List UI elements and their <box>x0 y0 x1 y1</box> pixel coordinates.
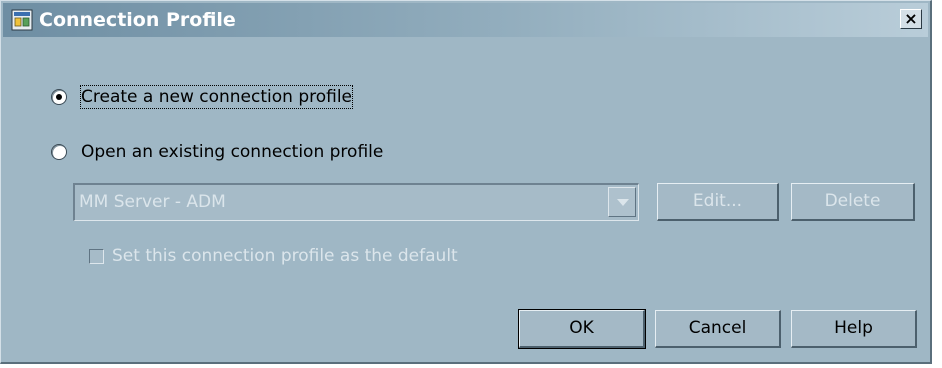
close-button[interactable]: × <box>900 9 922 29</box>
profile-select[interactable]: MM Server - ADM <box>73 183 639 221</box>
default-profile-checkbox[interactable] <box>89 248 104 264</box>
ok-button[interactable]: OK <box>518 309 646 349</box>
help-button[interactable]: Help <box>791 310 917 348</box>
default-profile-label: Set this connection profile as the defau… <box>112 246 458 266</box>
create-profile-option[interactable]: Create a new connection profile <box>51 85 354 109</box>
close-icon: × <box>904 9 918 28</box>
create-profile-radio[interactable] <box>51 89 67 105</box>
cancel-button[interactable]: Cancel <box>655 310 781 348</box>
open-profile-radio[interactable] <box>51 144 67 160</box>
create-profile-label[interactable]: Create a new connection profile <box>79 85 354 109</box>
radio-selected-dot <box>56 94 62 100</box>
profile-select-dropdown-button[interactable] <box>608 187 636 217</box>
dialog-title: Connection Profile <box>39 9 236 31</box>
delete-button[interactable]: Delete <box>791 183 915 221</box>
profile-select-value: MM Server - ADM <box>79 192 226 212</box>
connection-profile-dialog: Connection Profile × Create a new connec… <box>0 0 932 364</box>
window-app-icon <box>11 9 33 31</box>
open-profile-option[interactable]: Open an existing connection profile <box>51 140 383 164</box>
open-profile-label[interactable]: Open an existing connection profile <box>81 141 383 163</box>
default-profile-option[interactable]: Set this connection profile as the defau… <box>89 245 458 267</box>
chevron-down-icon <box>617 199 629 206</box>
title-bar[interactable]: Connection Profile × <box>3 3 928 37</box>
edit-button[interactable]: Edit... <box>657 183 779 221</box>
